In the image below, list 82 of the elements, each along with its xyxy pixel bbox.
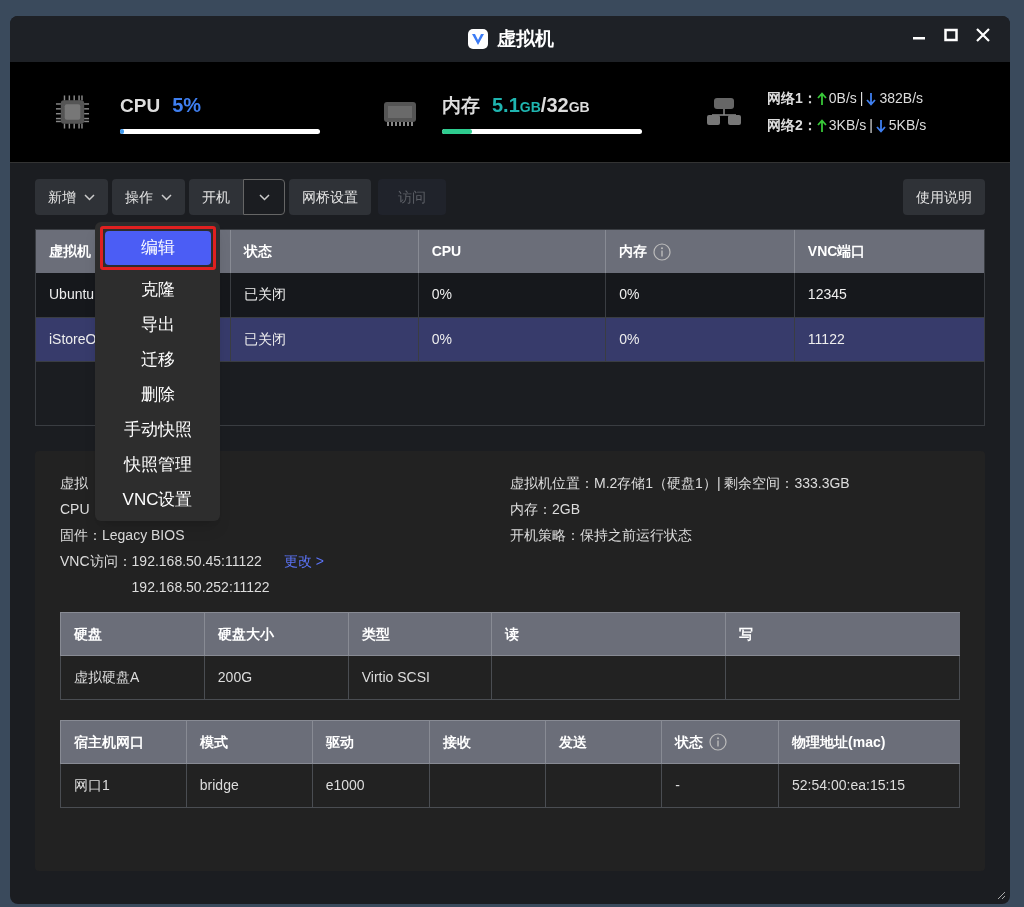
table-cell: 0% — [605, 317, 795, 361]
bridge-settings-button[interactable]: 网桥设置 — [289, 179, 371, 215]
column-header: 硬盘大小 — [204, 612, 349, 656]
network-label: 网络1： — [767, 89, 817, 108]
change-link[interactable]: 更改 > — [283, 551, 324, 572]
chevron-down-icon — [161, 193, 172, 201]
column-header: 硬盘 — [60, 612, 205, 656]
chevron-down-icon — [258, 193, 270, 201]
table-cell: 已关闭 — [230, 317, 419, 361]
menu-item[interactable]: 快照管理 — [115, 447, 200, 482]
table-cell: 已关闭 — [230, 273, 419, 317]
table-cell: 52:54:00:ea:15:15 — [778, 763, 960, 808]
column-header: 类型 — [348, 612, 492, 656]
table-cell: 0% — [418, 273, 606, 317]
column-header: 模式 — [186, 720, 313, 764]
chip-icon — [55, 94, 90, 130]
column-header: 状态 — [230, 230, 419, 273]
column-header: 接收 — [429, 720, 546, 764]
table-cell: 11122 — [794, 317, 984, 361]
up-arrow-icon — [816, 118, 827, 133]
network-icon — [706, 97, 742, 127]
column-header: 物理地址(mac) — [778, 720, 960, 764]
table-cell: Virtio SCSI — [348, 655, 492, 700]
detail-text: 虚拟 — [60, 474, 88, 493]
app-logo-icon — [466, 28, 489, 50]
table-cell: - — [661, 763, 779, 808]
cpu-value: 5% — [172, 93, 202, 119]
table-cell: 虚拟硬盘A — [60, 655, 205, 700]
window-title: 虚拟机 — [496, 26, 554, 51]
table-cell: bridge — [186, 763, 313, 808]
dropdown-button[interactable]: 新增 — [35, 179, 108, 215]
memory-label: 内存 — [442, 94, 480, 119]
download-speed: 382B/s — [879, 89, 924, 108]
down-arrow-icon — [875, 118, 886, 133]
table-cell: 200G — [204, 655, 349, 700]
column-header: 读 — [491, 612, 726, 656]
vnc-address: 192.168.50.45:11122 — [131, 552, 262, 571]
info-icon[interactable] — [653, 242, 672, 261]
detail-text: CPU — [60, 500, 90, 519]
maximize-icon[interactable] — [944, 28, 958, 42]
column-header: VNC端口 — [794, 230, 984, 273]
column-header: 驱动 — [312, 720, 430, 764]
upload-speed: 0B/s — [828, 89, 857, 108]
column-header: 宿主机网口 — [60, 720, 187, 764]
detail-text: 虚拟机位置：M.2存储1（硬盘1）| 剩余空间：333.3GB — [510, 474, 850, 493]
cpu-label: CPU — [120, 94, 161, 119]
memory-value: 5.1GB/32GB — [492, 93, 590, 119]
menu-item[interactable]: 编辑 — [104, 231, 211, 265]
table-cell: 网口1 — [60, 763, 187, 808]
menu-item[interactable]: 克隆 — [132, 272, 183, 307]
network-label: 网络2： — [767, 116, 817, 135]
separator-text: | — [869, 116, 873, 135]
table-cell: 0% — [605, 273, 795, 317]
vnc-address: 192.168.50.252:11122 — [131, 578, 270, 597]
down-arrow-icon — [866, 91, 877, 106]
detail-text: 开机策略：保持之前运行状态 — [510, 526, 693, 545]
chevron-down-icon — [84, 193, 95, 201]
dropdown-toggle-button[interactable] — [243, 179, 285, 215]
info-icon[interactable] — [709, 733, 728, 751]
help-button[interactable]: 使用说明 — [903, 179, 985, 215]
column-header: 发送 — [545, 720, 662, 764]
power-on-button[interactable]: 开机 — [189, 179, 243, 215]
table-cell: 12345 — [794, 273, 984, 317]
column-header-text: 内存 — [619, 242, 648, 261]
menu-item[interactable]: 手动快照 — [115, 412, 200, 447]
table-cell: e1000 — [312, 763, 430, 808]
dropdown-button[interactable]: 操作 — [112, 179, 185, 215]
separator-text: | — [859, 89, 864, 108]
close-icon[interactable] — [976, 28, 990, 42]
detail-text: 固件：Legacy BIOS — [60, 526, 185, 545]
column-header-text: 状态 — [675, 732, 704, 752]
detail-label: VNC访问： — [60, 552, 132, 571]
detail-text: 内存：2GB — [510, 500, 581, 519]
resize-grip-icon[interactable] — [996, 890, 1006, 900]
column-header: 写 — [725, 612, 960, 656]
upload-speed: 3KB/s — [828, 116, 867, 135]
table-cell: 0% — [418, 317, 606, 361]
column-header: CPU — [418, 230, 606, 273]
menu-item[interactable]: 删除 — [132, 377, 183, 412]
menu-item[interactable]: VNC设置 — [114, 482, 201, 517]
up-arrow-icon — [816, 91, 827, 106]
download-speed: 5KB/s — [888, 116, 927, 135]
